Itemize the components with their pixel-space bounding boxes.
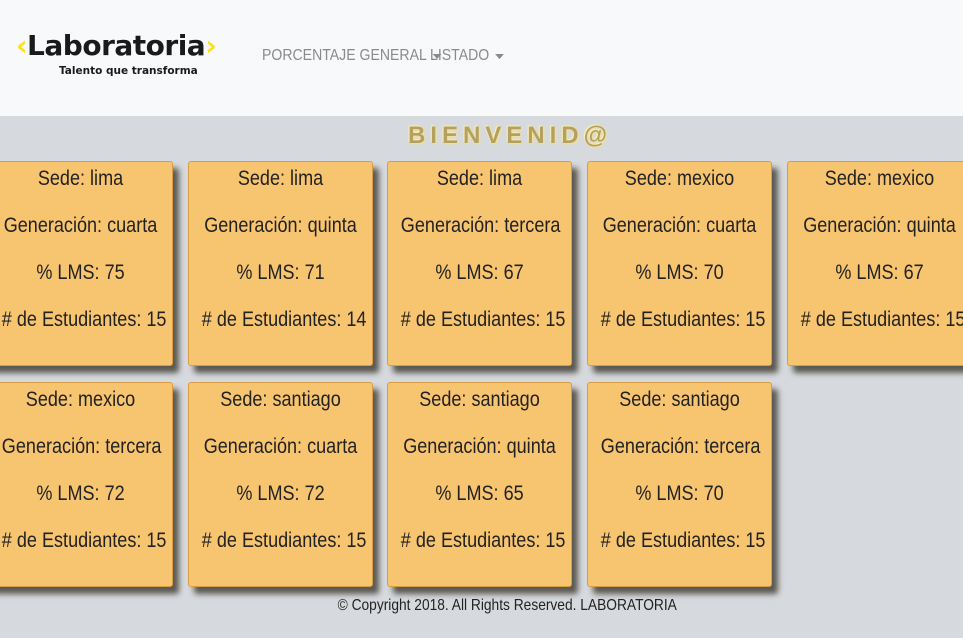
sede-card: Sede: lima Generación: tercera % LMS: 67… xyxy=(387,161,572,366)
card-lms: % LMS: 65 xyxy=(435,482,524,505)
card-sede: Sede: santiago xyxy=(619,388,740,411)
footer: © Copyright 2018. All Rights Reserved. L… xyxy=(0,597,963,615)
card-estudiantes: # de Estudiantes: 15 xyxy=(600,529,766,552)
welcome-heading: BIENVENID@ xyxy=(407,122,613,149)
nav-listado-label: LISTADO xyxy=(430,47,490,64)
card-generacion: Generación: cuarta xyxy=(203,435,358,458)
card-estudiantes: # de Estudiantes: 15 xyxy=(400,529,566,552)
card-sede: Sede: santiago xyxy=(220,388,341,411)
caret-down-icon xyxy=(495,53,505,59)
card-estudiantes: # de Estudiantes: 15 xyxy=(600,308,766,331)
card-sede: Sede: mexico xyxy=(624,167,735,190)
card-sede: Sede: santiago xyxy=(419,388,540,411)
card-generacion: Generación: tercera xyxy=(600,435,761,458)
nav-porcentaje-general-label: PORCENTAJE GENERAL xyxy=(262,47,427,64)
card-generacion: Generación: cuarta xyxy=(3,214,158,237)
logo-close-bracket: › xyxy=(205,29,217,62)
card-generacion: Generación: tercera xyxy=(400,214,561,237)
card-generacion: Generación: tercera xyxy=(1,435,162,458)
card-generacion: Generación: quinta xyxy=(204,214,357,237)
card-estudiantes: # de Estudiantes: 15 xyxy=(1,308,167,331)
sede-card: Sede: mexico Generación: quinta % LMS: 6… xyxy=(787,161,963,366)
card-generacion: Generación: quinta xyxy=(403,435,556,458)
card-lms: % LMS: 70 xyxy=(635,261,724,284)
navbar: ‹Laboratoria› Talento que transforma POR… xyxy=(0,0,963,116)
nav-listado-dropdown[interactable]: LISTADO xyxy=(430,47,505,65)
card-generacion: Generación: cuarta xyxy=(602,214,757,237)
card-estudiantes: # de Estudiantes: 15 xyxy=(800,308,963,331)
card-lms: % LMS: 75 xyxy=(36,261,125,284)
laboratoria-logo[interactable]: ‹Laboratoria› Talento que transforma xyxy=(16,28,226,80)
copyright-text: © Copyright 2018. All Rights Reserved. L… xyxy=(337,597,677,614)
card-lms: % LMS: 71 xyxy=(236,261,325,284)
nav-porcentaje-general-dropdown[interactable]: PORCENTAJE GENERAL xyxy=(262,47,442,65)
card-estudiantes: # de Estudiantes: 14 xyxy=(201,308,367,331)
logo-open-bracket: ‹ xyxy=(16,29,28,62)
card-lms: % LMS: 67 xyxy=(435,261,524,284)
card-estudiantes: # de Estudiantes: 15 xyxy=(1,529,167,552)
logo-name: Laboratoria xyxy=(27,29,206,62)
card-estudiantes: # de Estudiantes: 15 xyxy=(201,529,367,552)
sede-card: Sede: lima Generación: cuarta % LMS: 75 … xyxy=(0,161,173,366)
card-lms: % LMS: 72 xyxy=(36,482,125,505)
card-sede: Sede: lima xyxy=(237,167,324,190)
sede-card: Sede: mexico Generación: cuarta % LMS: 7… xyxy=(587,161,772,366)
card-generacion: Generación: quinta xyxy=(803,214,956,237)
sede-card: Sede: mexico Generación: tercera % LMS: … xyxy=(0,382,173,587)
card-sede: Sede: mexico xyxy=(824,167,935,190)
sede-card: Sede: santiago Generación: quinta % LMS:… xyxy=(387,382,572,587)
card-sede: Sede: lima xyxy=(37,167,124,190)
sede-card: Sede: lima Generación: quinta % LMS: 71 … xyxy=(188,161,373,366)
card-lms: % LMS: 70 xyxy=(635,482,724,505)
sede-card: Sede: santiago Generación: cuarta % LMS:… xyxy=(188,382,373,587)
logo-tagline: Talento que transforma xyxy=(59,65,198,77)
card-sede: Sede: mexico xyxy=(25,388,136,411)
card-sede: Sede: lima xyxy=(436,167,523,190)
card-lms: % LMS: 67 xyxy=(835,261,924,284)
sede-card: Sede: santiago Generación: tercera % LMS… xyxy=(587,382,772,587)
card-lms: % LMS: 72 xyxy=(236,482,325,505)
card-estudiantes: # de Estudiantes: 15 xyxy=(400,308,566,331)
logo-wordmark: ‹Laboratoria› xyxy=(16,28,217,64)
